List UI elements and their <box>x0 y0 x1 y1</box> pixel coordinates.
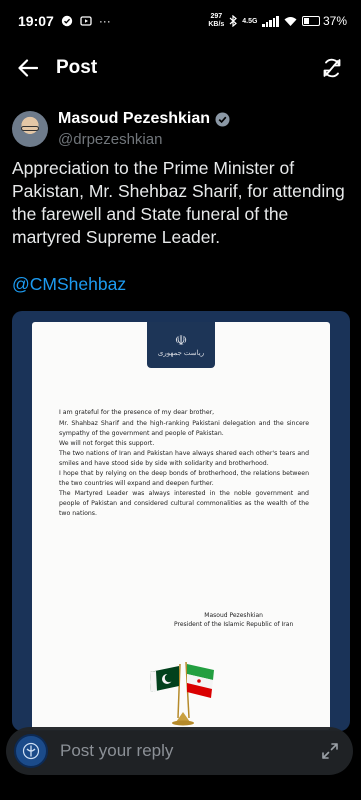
letter-paragraph: The two nations of Iran and Pakistan hav… <box>59 450 309 467</box>
media-icon <box>80 16 92 26</box>
emblem-caption: ریاست جمهوری <box>157 350 205 357</box>
post-author[interactable]: Masoud Pezeshkian @drpezeshkian <box>12 110 230 148</box>
letter-paragraph: I am grateful for the presence of my dea… <box>59 409 215 416</box>
post-image[interactable]: ☫ ریاست جمهوری I am grateful for the pre… <box>12 311 350 731</box>
letter-paragraph: Mr. Shahbaz Sharif and the high-ranking … <box>59 420 309 437</box>
letter-paragraph: I hope that by relying on the deep bonds… <box>59 470 309 487</box>
letter-body: I am grateful for the presence of my dea… <box>59 408 309 519</box>
mention-link[interactable]: @CMShehbaz <box>12 274 126 295</box>
net-speed-unit: KB/s <box>208 21 225 28</box>
iran-emblem: ☫ ریاست جمهوری <box>147 322 215 368</box>
signature-title: President of the Islamic Republic of Ira… <box>174 621 294 628</box>
user-avatar-emblem-icon <box>22 742 40 760</box>
reply-input[interactable]: Post your reply <box>60 741 173 761</box>
iran-flag <box>187 664 214 698</box>
flags-illustration <box>150 661 214 726</box>
author-name: Masoud Pezeshkian <box>58 110 211 127</box>
system-nav-bar <box>0 785 361 800</box>
letter-document: ☫ ریاست جمهوری I am grateful for the pre… <box>32 322 330 730</box>
top-app-bar: Post <box>0 48 361 88</box>
author-handle: @drpezeshkian <box>58 131 163 148</box>
post-text: Appreciation to the Prime Minister of Pa… <box>12 158 345 247</box>
net-speed: 297 KB/s <box>208 13 224 29</box>
arrow-left-icon[interactable] <box>18 59 38 77</box>
status-time: 19:07 <box>18 13 54 29</box>
battery-icon <box>301 16 320 26</box>
avatar[interactable] <box>14 734 48 768</box>
pakistan-flag <box>150 666 179 692</box>
more-notifications-icon: ··· <box>98 14 111 28</box>
wifi-icon <box>284 16 297 26</box>
refresh-icon[interactable] <box>321 57 343 79</box>
letter-paragraph: The Martyred Leader was always intereste… <box>59 490 309 517</box>
author-name-row: Masoud Pezeshkian <box>58 110 230 128</box>
whatsapp-icon <box>61 15 73 27</box>
battery-indicator: 37% <box>301 14 347 28</box>
network-type: 4.5G <box>242 17 258 25</box>
battery-level: 37% <box>322 14 347 28</box>
page-title: Post <box>56 57 98 78</box>
emblem-icon: ☫ <box>174 332 188 348</box>
verified-badge-icon <box>215 112 230 126</box>
reply-bar[interactable]: Post your reply <box>6 727 353 775</box>
signature-block: Masoud Pezeshkian President of the Islam… <box>174 611 293 629</box>
signal-icon <box>262 15 279 27</box>
expand-icon[interactable] <box>321 742 339 760</box>
avatar[interactable] <box>12 111 48 147</box>
signature-name: Masoud Pezeshkian <box>204 612 263 619</box>
status-bar: 19:07 ··· 297 KB/s 4.5G 37% <box>0 0 361 42</box>
bluetooth-icon <box>229 15 238 27</box>
net-speed-value: 297 <box>210 13 223 20</box>
letter-paragraph: We will not forget this support. <box>59 440 155 447</box>
